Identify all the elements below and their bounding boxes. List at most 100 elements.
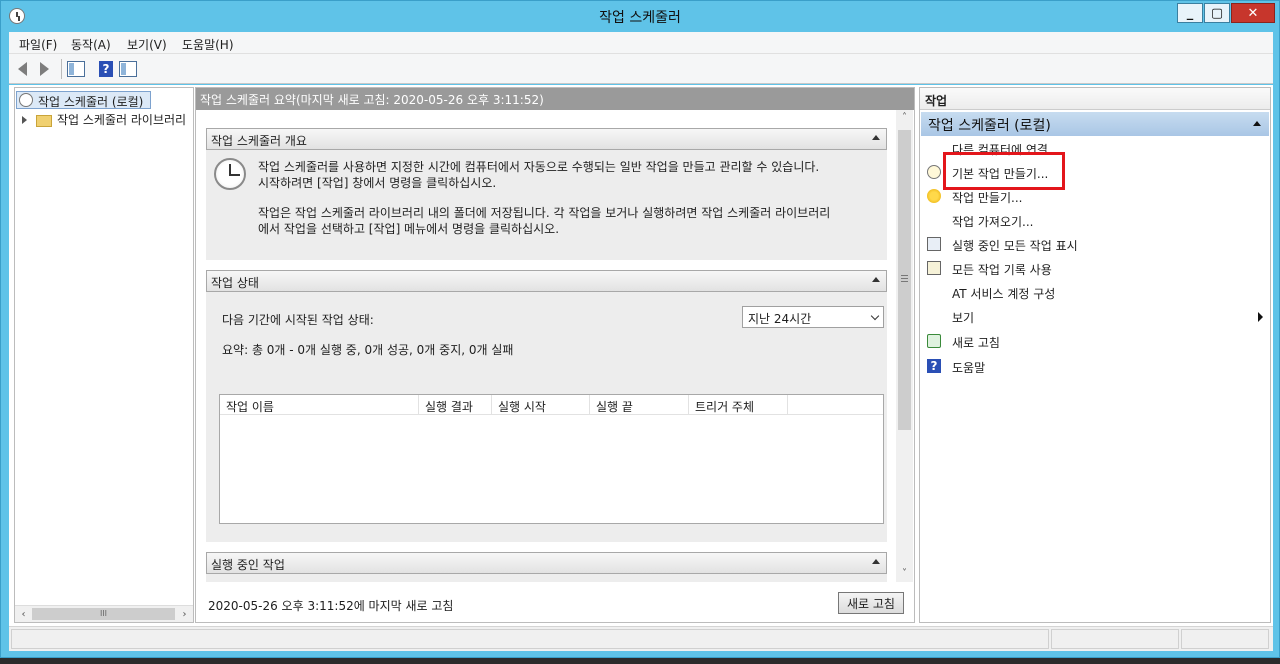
action-label: 도움말: [952, 361, 986, 375]
app-window: 작업 스케줄러 _ ▢ ✕ 파일(F) 동작(A) 보기(V) 도움말(H) ?…: [0, 0, 1280, 658]
task-status-header[interactable]: 작업 상태: [206, 270, 887, 292]
summary-header: 작업 스케줄러 요약(마지막 새로 고침: 2020-05-26 오후 3:11…: [196, 88, 914, 110]
maximize-button[interactable]: ▢: [1204, 3, 1230, 23]
action-label: 작업 만들기...: [952, 191, 1023, 205]
overview-section-header[interactable]: 작업 스케줄러 개요: [206, 128, 887, 150]
clock-icon: [19, 93, 33, 107]
create-task-icon: [927, 189, 941, 203]
menu-action[interactable]: 동작(A): [71, 36, 111, 53]
action-enable-history[interactable]: 모든 작업 기록 사용: [925, 258, 1265, 280]
column-task-name[interactable]: 작업 이름: [220, 395, 419, 415]
summary-vertical-scrollbar[interactable]: ˄ ˅: [896, 110, 913, 582]
column-triggered-by[interactable]: 트리거 주체: [689, 395, 788, 415]
action-refresh[interactable]: 새로 고침: [925, 331, 1265, 353]
summary-pane: 작업 스케줄러 요약(마지막 새로 고침: 2020-05-26 오후 3:11…: [195, 87, 915, 623]
tree-item-root[interactable]: 작업 스케줄러 (로컬): [16, 91, 151, 109]
collapse-icon[interactable]: [872, 277, 880, 282]
overview-section: 작업 스케줄러 개요 작업 스케줄러를 사용하면 지정한 시간에 컴퓨터에서 자…: [206, 128, 887, 260]
close-button[interactable]: ✕: [1231, 3, 1275, 23]
action-display-running-tasks[interactable]: 실행 중인 모든 작업 표시: [925, 234, 1265, 256]
running-tasks-icon: [927, 237, 941, 251]
period-label: 다음 기간에 시작된 작업 상태:: [222, 313, 374, 327]
status-segment: [1051, 629, 1179, 649]
tree-root-label: 작업 스케줄러 (로컬): [38, 95, 144, 109]
client-area: 작업 스케줄러 (로컬) 작업 스케줄러 라이브러리 ‹ III › 작업 스케…: [9, 85, 1273, 626]
collapse-icon[interactable]: [1253, 121, 1261, 126]
tree-item-library[interactable]: 작업 스케줄러 라이브러리: [57, 111, 186, 128]
column-run-end[interactable]: 실행 끝: [590, 395, 689, 415]
column-run-result[interactable]: 실행 결과: [419, 395, 492, 415]
running-tasks-header[interactable]: 실행 중인 작업: [206, 552, 887, 574]
overview-line-1: 작업 스케줄러를 사용하면 지정한 시간에 컴퓨터에서 자동으로 수행되는 일반…: [258, 160, 820, 174]
title-bar[interactable]: 작업 스케줄러 _ ▢ ✕: [1, 1, 1279, 31]
action-at-service-account[interactable]: AT 서비스 계정 구성: [925, 282, 1265, 304]
scroll-left-icon[interactable]: ‹: [16, 607, 31, 622]
column-run-start[interactable]: 실행 시작: [492, 395, 590, 415]
menu-view[interactable]: 보기(V): [127, 36, 167, 53]
action-label: 새로 고침: [952, 336, 1000, 350]
scroll-up-icon[interactable]: ˄: [896, 110, 913, 126]
status-summary: 요약: 총 0개 - 0개 실행 중, 0개 성공, 0개 중지, 0개 실패: [222, 343, 514, 357]
scroll-thumb[interactable]: III: [32, 608, 175, 620]
period-select[interactable]: 지난 24시간: [742, 306, 884, 328]
collapse-icon[interactable]: [872, 559, 880, 564]
running-tasks-section: 실행 중인 작업: [206, 552, 887, 582]
help-icon[interactable]: ?: [95, 58, 117, 80]
minimize-button[interactable]: _: [1177, 3, 1203, 23]
task-status-title: 작업 상태: [211, 276, 259, 290]
status-bar: [9, 626, 1273, 651]
back-icon[interactable]: [11, 58, 33, 80]
actions-header: 작업: [920, 88, 1270, 110]
task-history-icon: [927, 261, 941, 275]
status-segment: [1181, 629, 1269, 649]
overview-title: 작업 스케줄러 개요: [211, 134, 307, 148]
toolbar: ?: [9, 54, 1273, 84]
collapse-icon[interactable]: [872, 135, 880, 140]
last-refresh-text: 2020-05-26 오후 3:11:52에 마지막 새로 고침: [208, 599, 454, 613]
action-label: 모든 작업 기록 사용: [952, 263, 1052, 277]
running-tasks-title: 실행 중인 작업: [211, 558, 285, 572]
table-header: 작업 이름 실행 결과 실행 시작 실행 끝 트리거 주체: [220, 395, 883, 415]
show-hide-action-pane-icon[interactable]: [117, 58, 139, 80]
highlight-box: [943, 152, 1065, 190]
toolbar-separator: [61, 59, 62, 79]
action-label: 보기: [952, 311, 975, 325]
actions-pane: 작업 작업 스케줄러 (로컬) 다른 컴퓨터에 연결... 기본 작업 만들기.…: [919, 87, 1271, 623]
status-segment: [11, 629, 1049, 649]
forward-icon[interactable]: [33, 58, 55, 80]
overview-line-3: 작업은 작업 스케줄러 라이브러리 내의 폴더에 저장됩니다. 각 작업을 보거…: [258, 206, 831, 220]
window-title: 작업 스케줄러: [599, 10, 681, 26]
submenu-arrow-icon: [1258, 312, 1263, 322]
menu-help[interactable]: 도움말(H): [182, 36, 234, 53]
scroll-down-icon[interactable]: ˅: [896, 566, 913, 582]
action-import-task[interactable]: 작업 가져오기...: [925, 210, 1265, 232]
chevron-down-icon: [870, 311, 880, 321]
show-hide-console-tree-icon[interactable]: [65, 58, 87, 80]
actions-group-header[interactable]: 작업 스케줄러 (로컬): [921, 112, 1269, 136]
action-help[interactable]: ? 도움말: [925, 356, 1265, 378]
menu-file[interactable]: 파일(F): [19, 36, 57, 53]
console-tree: 작업 스케줄러 (로컬) 작업 스케줄러 라이브러리 ‹ III ›: [14, 87, 194, 623]
refresh-button[interactable]: 새로 고침: [838, 592, 904, 614]
action-label: 실행 중인 모든 작업 표시: [952, 239, 1078, 253]
menu-bar: 파일(F) 동작(A) 보기(V) 도움말(H): [9, 32, 1273, 54]
overview-line-4: 에서 작업을 선택하고 [작업] 메뉴에서 명령을 클릭하십시오.: [258, 222, 560, 236]
scroll-right-icon[interactable]: ›: [177, 607, 192, 622]
basic-task-wizard-icon: [927, 165, 941, 179]
folder-icon: [36, 115, 52, 127]
summary-footer: 2020-05-26 오후 3:11:52에 마지막 새로 고침 새로 고침: [196, 582, 914, 622]
period-select-value: 지난 24시간: [748, 312, 812, 326]
task-status-section: 작업 상태 다음 기간에 시작된 작업 상태: 지난 24시간 요약: 총 0개…: [206, 270, 887, 542]
scroll-thumb[interactable]: [898, 130, 911, 430]
action-label: AT 서비스 계정 구성: [952, 287, 1056, 301]
help-icon: ?: [927, 359, 941, 373]
action-label: 작업 가져오기...: [952, 215, 1034, 229]
action-view[interactable]: 보기: [925, 306, 1265, 328]
actions-group-title: 작업 스케줄러 (로컬): [928, 118, 1051, 134]
refresh-icon: [927, 334, 941, 348]
tree-horizontal-scrollbar[interactable]: ‹ III ›: [15, 605, 193, 622]
expand-arrow-icon[interactable]: [22, 116, 27, 124]
summary-body: 작업 스케줄러 개요 작업 스케줄러를 사용하면 지정한 시간에 컴퓨터에서 자…: [196, 110, 896, 582]
overview-line-2: 시작하려면 [작업] 창에서 명령을 클릭하십시오.: [258, 176, 497, 190]
task-status-table[interactable]: 작업 이름 실행 결과 실행 시작 실행 끝 트리거 주체: [219, 394, 884, 524]
